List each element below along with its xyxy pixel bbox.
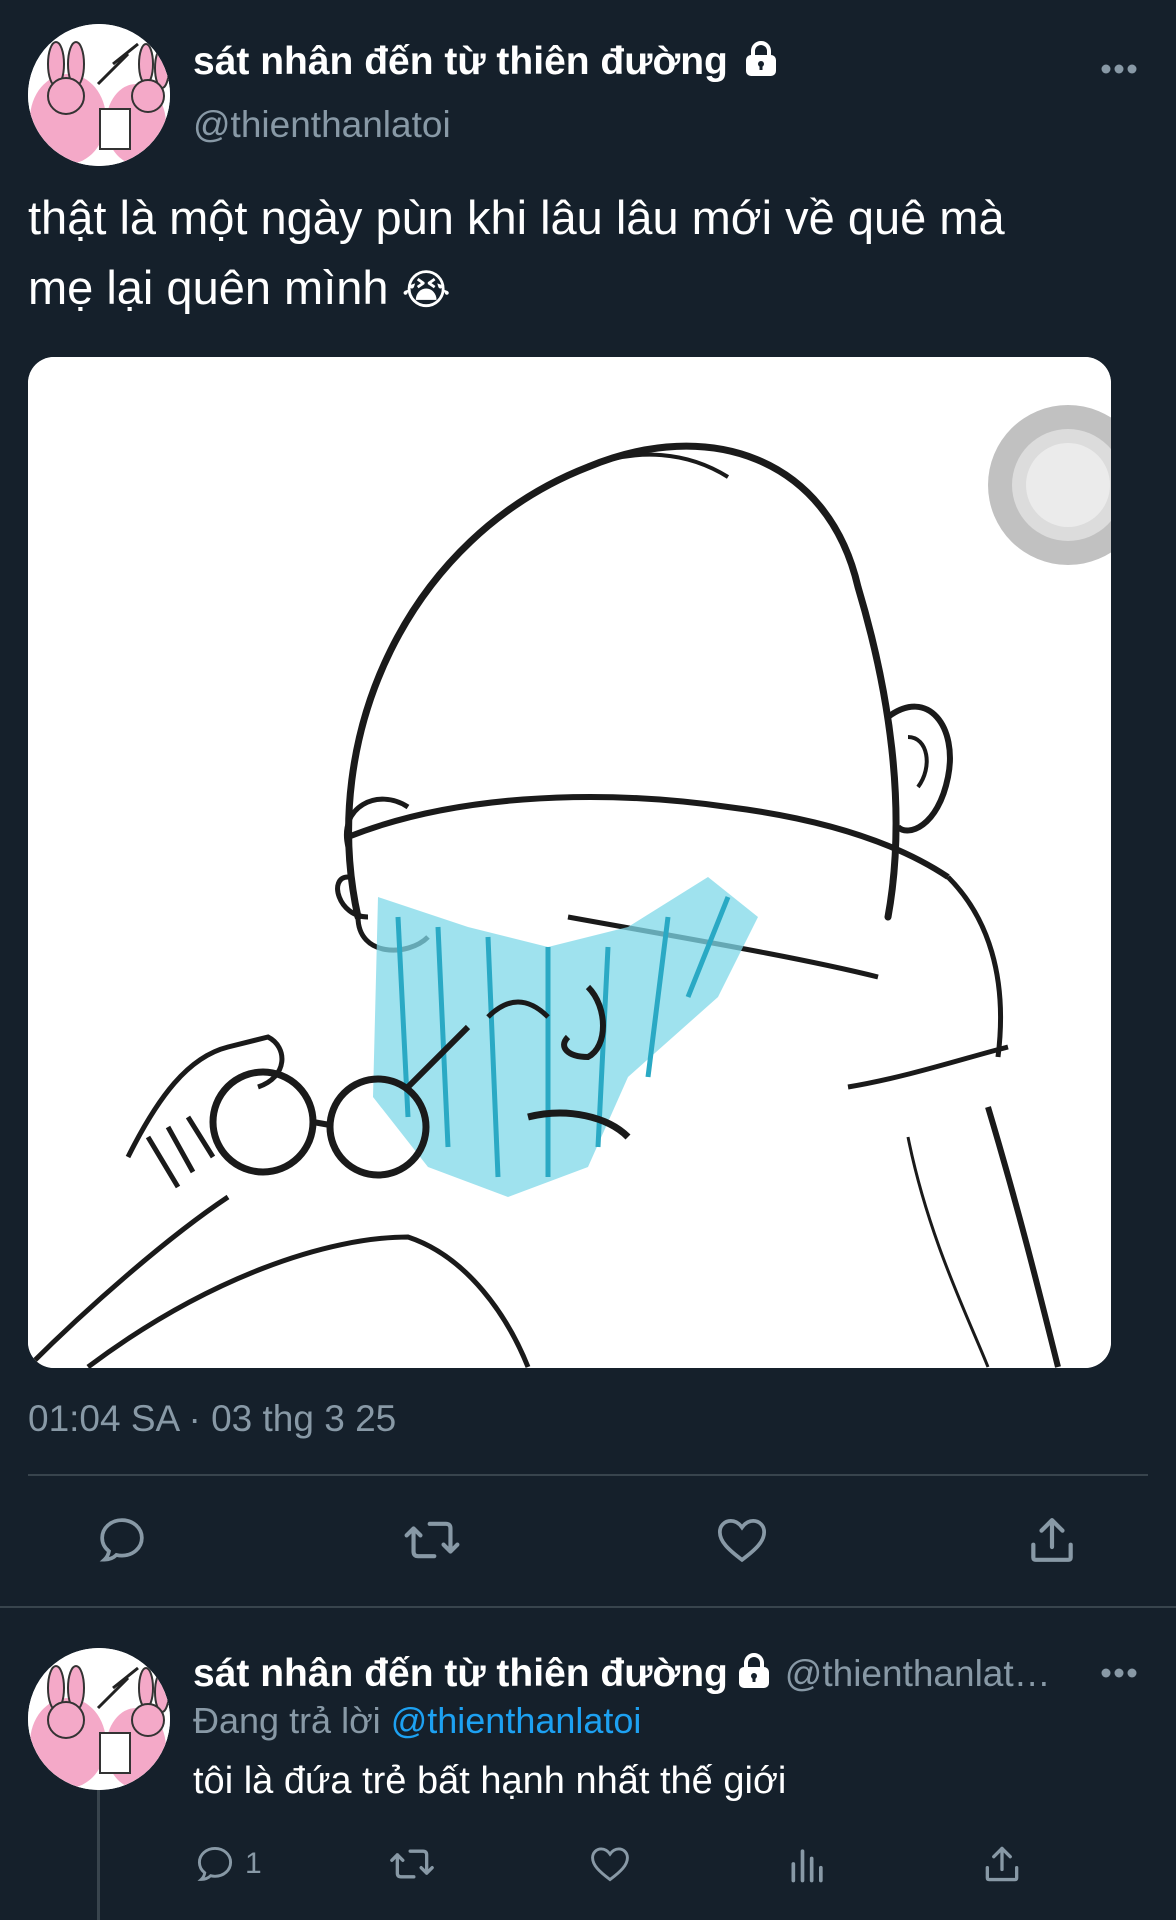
lock-icon <box>745 41 777 87</box>
crying-sketch-image <box>28 357 1111 1368</box>
reply-icon <box>197 1846 233 1881</box>
avatar-image <box>28 24 170 166</box>
divider <box>0 1606 1176 1608</box>
tweet-media[interactable] <box>28 357 1111 1368</box>
reply-avatar[interactable] <box>28 1648 170 1790</box>
tweet-text-line-1: thật là một ngày pùn khi lâu lâu mới về … <box>28 191 1005 244</box>
reply-text: tôi là đứa trẻ bất hạnh nhất thế giới <box>193 1760 787 1802</box>
replying-to-mention[interactable]: @thienthanlatoi <box>391 1700 642 1741</box>
more-dots-icon[interactable] <box>1100 62 1138 80</box>
display-name[interactable]: sát nhân đến từ thiên đường <box>193 40 777 87</box>
reply-icon <box>99 1518 144 1562</box>
tweet-text-line-2-text: mẹ lại quên mình <box>28 261 389 314</box>
retweet-icon <box>404 1521 460 1559</box>
reply-button[interactable]: 1 <box>193 1842 262 1886</box>
like-button[interactable] <box>588 1842 632 1886</box>
like-button[interactable] <box>714 1512 770 1568</box>
avatar[interactable] <box>28 24 170 166</box>
reply-button[interactable] <box>94 1512 150 1568</box>
lock-icon <box>738 1653 770 1694</box>
heart-icon <box>717 1518 767 1563</box>
tweet-text: thật là một ngày pùn khi lâu lâu mới về … <box>28 183 1148 325</box>
handle[interactable]: @thienthanlatoi <box>193 104 451 146</box>
tweet-text-line-2: mẹ lại quên mình 😭 <box>28 253 1148 325</box>
retweet-button[interactable] <box>402 1512 462 1568</box>
share-button[interactable] <box>980 1842 1024 1886</box>
timestamp[interactable]: 01:04 SA · 03 thg 3 25 <box>28 1398 396 1440</box>
thread-line <box>97 1790 100 1920</box>
share-button[interactable] <box>1024 1512 1080 1568</box>
replying-to-prefix: Đang trả lời <box>193 1700 381 1741</box>
more-dots-icon[interactable] <box>1100 1666 1138 1684</box>
reply-handle[interactable]: @thienthanlat… <box>785 1653 1051 1694</box>
retweet-button[interactable] <box>388 1842 436 1886</box>
analytics-button[interactable] <box>786 1842 830 1886</box>
heart-icon <box>591 1847 629 1882</box>
reply-count: 1 <box>245 1847 262 1880</box>
assistive-touch-inner <box>1012 429 1111 541</box>
analytics-icon <box>791 1849 823 1883</box>
divider <box>28 1474 1148 1476</box>
replying-to-line: Đang trả lời @thienthanlatoi <box>193 1700 641 1742</box>
share-icon <box>1031 1518 1073 1562</box>
share-icon <box>985 1846 1019 1882</box>
crying-emoji: 😭 <box>401 266 451 313</box>
avatar-image <box>28 1648 170 1790</box>
display-name-text: sát nhân đến từ thiên đường <box>193 40 728 83</box>
reply-header: sát nhân đến từ thiên đường @thienthanla… <box>193 1652 1051 1696</box>
retweet-icon <box>390 1849 434 1879</box>
reply-display-name[interactable]: sát nhân đến từ thiên đường <box>193 1652 728 1695</box>
